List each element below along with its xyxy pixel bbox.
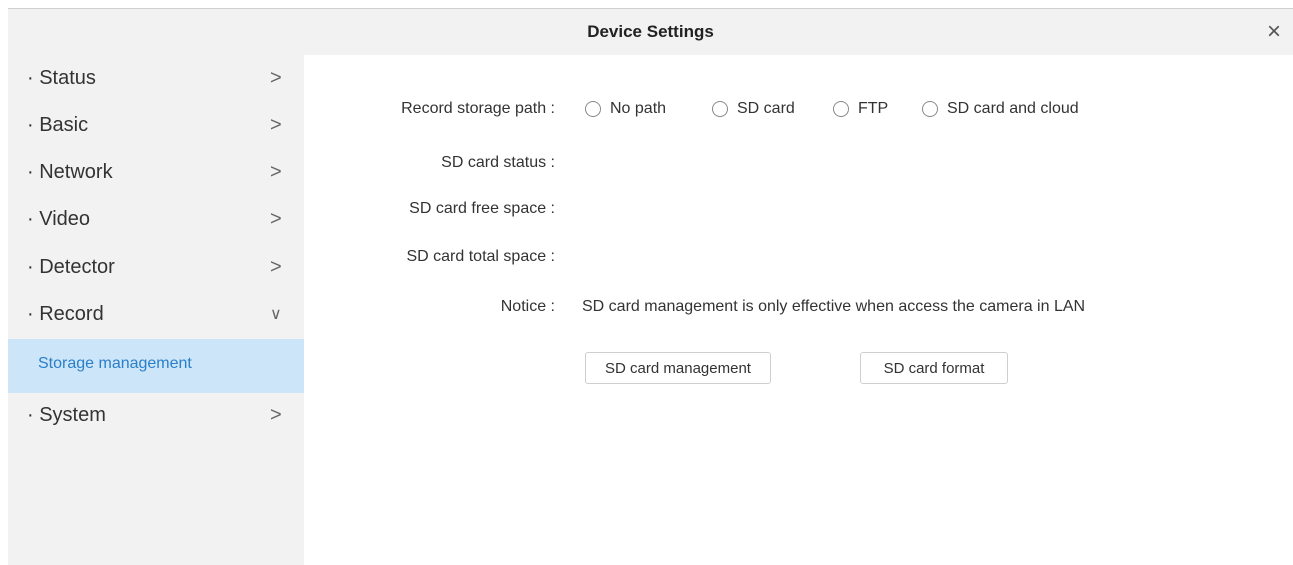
chevron-right-icon: > [270, 207, 282, 230]
sidebar-item-system[interactable]: · System > [8, 392, 304, 438]
sidebar-subitem-label: Storage management [38, 355, 192, 372]
sidebar-item-label: · Detector [27, 255, 115, 278]
sidebar-item-network[interactable]: · Network > [8, 149, 304, 195]
record-path-label: Record storage path : [401, 100, 555, 117]
sd-total-space-label: SD card total space : [406, 248, 555, 265]
sd-free-space-label: SD card free space : [409, 200, 555, 217]
dialog-title: Device Settings [587, 22, 714, 41]
dialog-titlebar: Device Settings × [8, 9, 1293, 55]
radio-sd-card-and-cloud[interactable]: SD card and cloud [922, 100, 1079, 118]
radio-label: FTP [858, 100, 889, 117]
notice-text: SD card management is only effective whe… [582, 298, 1086, 315]
sd-card-format-button[interactable]: SD card format [860, 352, 1008, 384]
sidebar-item-status[interactable]: · Status > [8, 55, 304, 101]
sidebar-item-detector[interactable]: · Detector > [8, 244, 304, 290]
chevron-down-icon: ∨ [270, 306, 282, 323]
chevron-right-icon: > [270, 113, 282, 136]
sidebar-item-label: · System [27, 403, 106, 426]
radio-circle-icon [833, 101, 849, 117]
radio-no-path[interactable]: No path [585, 100, 666, 118]
sd-card-management-button[interactable]: SD card management [585, 352, 771, 384]
radio-circle-icon [712, 101, 728, 117]
notice-label: Notice : [500, 298, 555, 315]
radio-ftp[interactable]: FTP [833, 100, 888, 118]
sidebar-item-label: · Status [27, 66, 96, 89]
sidebar: · Status > · Basic > · Network > · Video… [8, 55, 304, 565]
radio-circle-icon [922, 101, 938, 117]
sidebar-item-record[interactable]: · Record ∨ [8, 291, 304, 337]
chevron-right-icon: > [270, 66, 282, 89]
chevron-right-icon: > [270, 160, 282, 183]
sidebar-item-label: · Record [27, 302, 104, 325]
sidebar-item-label: · Network [27, 160, 113, 183]
chevron-right-icon: > [270, 403, 282, 426]
sidebar-item-video[interactable]: · Video > [8, 196, 304, 242]
sidebar-item-basic[interactable]: · Basic > [8, 102, 304, 148]
radio-label: SD card and cloud [947, 100, 1079, 117]
radio-label: SD card [737, 100, 795, 117]
radio-sd-card[interactable]: SD card [712, 100, 795, 118]
sidebar-subitem-storage-management[interactable]: Storage management [8, 339, 304, 393]
chevron-right-icon: > [270, 255, 282, 278]
radio-circle-icon [585, 101, 601, 117]
radio-label: No path [610, 100, 667, 117]
close-icon[interactable]: × [1267, 20, 1281, 44]
sd-status-label: SD card status : [441, 154, 555, 171]
sidebar-item-label: · Basic [27, 113, 89, 136]
sidebar-item-label: · Video [27, 207, 91, 230]
